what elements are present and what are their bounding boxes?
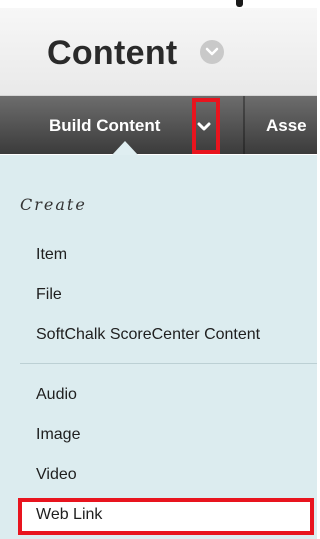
menu-item-image[interactable]: Image [36, 426, 80, 444]
assessments-button[interactable]: Asse [266, 116, 307, 136]
menu-item-file[interactable]: File [36, 286, 62, 304]
toolbar-divider [243, 96, 245, 154]
menu-item-softchalk[interactable]: SoftChalk ScoreCenter Content [36, 326, 260, 344]
menu-item-audio[interactable]: Audio [36, 386, 77, 404]
page-header: Content [0, 8, 317, 96]
section-heading-create: Create [20, 195, 87, 214]
build-content-button[interactable]: Build Content [49, 116, 160, 136]
menu-item-video[interactable]: Video [36, 466, 77, 484]
menu-pointer [112, 141, 138, 155]
cursor-fragment [236, 0, 243, 7]
menu-separator [20, 363, 317, 364]
menu-item-item[interactable]: Item [36, 246, 67, 264]
build-content-menu: Create Item File SoftChalk ScoreCenter C… [0, 155, 317, 539]
highlight-box-chevron [192, 98, 220, 154]
page-title: Content [47, 34, 178, 72]
top-strip [0, 0, 317, 8]
menu-item-web-link[interactable]: Web Link [36, 506, 102, 524]
chevron-down-icon[interactable] [200, 40, 224, 64]
